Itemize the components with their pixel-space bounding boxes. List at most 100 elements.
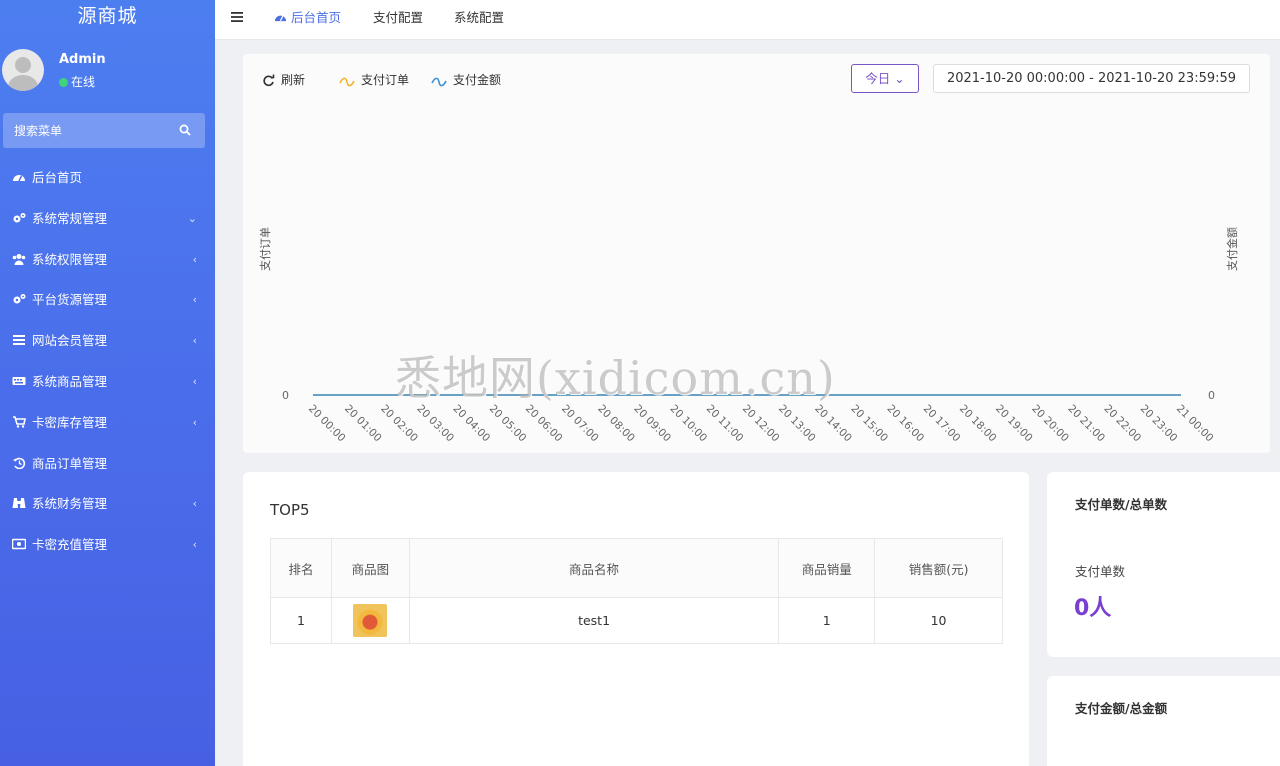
sidebar-item-card-stock[interactable]: 卡密库存管理 ‹ (0, 403, 215, 444)
x-tick-label: 20 07:00 (559, 403, 601, 445)
online-status-dot (59, 78, 68, 87)
x-tick-label: 20 14:00 (812, 403, 854, 445)
sidebar-item-label: 系统商品管理 (32, 373, 108, 389)
tab-label: 系统配置 (454, 10, 505, 25)
column-header: 排名 (270, 538, 332, 598)
x-tick-label: 20 16:00 (885, 403, 927, 445)
sidebar-menu: 后台首页 系统常规管理 ⌄ 系统权限管理 ‹ 平台货源管理 ‹ 网站会员管理 ‹… (0, 158, 215, 566)
x-tick-label: 20 10:00 (668, 403, 710, 445)
top-bar: 后台首页 支付配置 系统配置 (215, 0, 1280, 40)
x-tick-label: 20 21:00 (1065, 403, 1107, 445)
x-tick-label: 20 09:00 (631, 403, 673, 445)
y-tick-label: 0 (1208, 389, 1215, 402)
chevron-down-icon: ⌄ (187, 211, 197, 225)
history-icon (13, 457, 26, 469)
cogs-icon (13, 294, 26, 304)
sidebar-item-members[interactable]: 网站会员管理 ‹ (0, 321, 215, 362)
sidebar-item-label: 后台首页 (32, 170, 83, 185)
y-axis-left-label: 支付订单 (259, 227, 272, 271)
sidebar-item-dashboard[interactable]: 后台首页 (0, 158, 215, 199)
rank-cell: 1 (270, 597, 332, 644)
sidebar-item-general[interactable]: 系统常规管理 ⌄ (0, 199, 215, 240)
x-tick-label: 20 12:00 (740, 403, 782, 445)
sidebar-item-label: 系统常规管理 (32, 210, 108, 226)
amount-stat-card: 支付金额/总金额 (1047, 676, 1280, 766)
product-name-cell: test1 (408, 597, 780, 644)
stat-card-title: 支付单数/总单数 (1075, 497, 1168, 512)
stat-card-title: 支付金额/总金额 (1075, 701, 1168, 716)
stat-value: 0人 (1074, 596, 1112, 621)
sidebar-item-label: 系统财务管理 (32, 496, 108, 512)
x-tick-label: 20 22:00 (1102, 403, 1144, 445)
orders-stat-card: 支付单数/总单数 支付单数 0人 (1047, 472, 1280, 657)
column-header: 销售额(元) (874, 538, 1003, 598)
x-tick-label: 20 06:00 (523, 403, 565, 445)
chevron-left-icon: ‹ (192, 252, 197, 266)
x-tick-label: 20 08:00 (595, 403, 637, 445)
chevron-left-icon: ‹ (192, 334, 197, 348)
chevron-left-icon: ‹ (192, 415, 197, 429)
sidebar-item-label: 平台货源管理 (32, 292, 108, 308)
x-tick-label: 20 05:00 (487, 403, 529, 445)
line-chart: 支付订单 支付金额 0 0 20 00:0020 01:0020 02:0020 03:… (259, 227, 1239, 445)
tab-payment-config[interactable]: 支付配置 (373, 7, 423, 26)
y-tick-label: 0 (282, 389, 289, 402)
top5-title: TOP5 (270, 501, 310, 519)
avatar[interactable] (2, 49, 44, 91)
x-tick-label: 20 00:00 (306, 403, 348, 445)
product-image-cell (330, 597, 410, 644)
sidebar-item-recharge[interactable]: 卡密充值管理 ‹ (0, 525, 215, 566)
x-tick-label: 20 18:00 (957, 403, 999, 445)
sidebar-item-permissions[interactable]: 系统权限管理 ‹ (0, 240, 215, 281)
chevron-left-icon: ‹ (192, 374, 197, 388)
product-thumbnail[interactable] (353, 604, 388, 637)
top5-card: TOP5 排名 商品图 商品名称 商品销量 销售额(元) 1 test1 1 1… (243, 472, 1029, 766)
table-header-row: 排名 商品图 商品名称 商品销量 销售额(元) (270, 538, 1003, 598)
x-tick-label: 20 03:00 (414, 403, 456, 445)
table-row: 1 test1 1 10 (270, 597, 1003, 644)
search-icon[interactable] (179, 124, 191, 136)
search-input[interactable] (3, 113, 173, 148)
sidebar-item-supply[interactable]: 平台货源管理 ‹ (0, 280, 215, 321)
sales-amount-cell: 10 (874, 597, 1003, 644)
sales-count-cell: 1 (778, 597, 876, 644)
user-status-label: 在线 (71, 75, 96, 89)
cart-icon (13, 415, 26, 428)
x-tick-label: 20 11:00 (704, 403, 746, 445)
binoculars-icon (12, 498, 26, 509)
x-tick-label: 20 20:00 (1029, 403, 1071, 445)
keyboard-icon (12, 376, 26, 385)
sidebar-item-label: 卡密库存管理 (32, 414, 108, 430)
column-header: 商品销量 (778, 538, 876, 598)
tab-label: 后台首页 (291, 10, 342, 25)
sidebar-item-orders[interactable]: 商品订单管理 (0, 444, 215, 485)
dashboard-icon (274, 15, 287, 22)
x-tick-label: 20 17:00 (921, 403, 963, 445)
dashboard-icon (13, 175, 25, 182)
user-panel: Admin 在线 (0, 46, 215, 96)
list-icon (13, 335, 25, 346)
top5-table: 排名 商品图 商品名称 商品销量 销售额(元) 1 test1 1 10 (270, 538, 1003, 644)
tab-label: 支付配置 (373, 10, 424, 25)
x-tick-label: 20 19:00 (993, 403, 1035, 445)
column-header: 商品名称 (408, 538, 780, 598)
x-tick-label: 20 02:00 (378, 403, 420, 445)
x-tick-label: 20 01:00 (342, 403, 384, 445)
menu-toggle-icon[interactable] (231, 11, 243, 23)
chevron-left-icon: ‹ (192, 538, 197, 552)
stat-label: 支付单数 (1075, 564, 1126, 579)
chevron-left-icon: ‹ (192, 293, 197, 307)
tab-dashboard[interactable]: 后台首页 (274, 7, 341, 26)
user-status: 在线 (59, 73, 95, 90)
sidebar-item-finance[interactable]: 系统财务管理 ‹ (0, 484, 215, 525)
chart-card: 刷新 支付订单 支付金额 今日 ⌄ 2021-10-20 00:00:00 - … (243, 54, 1270, 453)
sidebar: 源商城 Admin 在线 后台首页 系统常规管理 ⌄ 系统权限管理 ‹ 平台 (0, 0, 215, 766)
sidebar-item-label: 商品订单管理 (32, 455, 108, 471)
tab-system-config[interactable]: 系统配置 (454, 7, 504, 26)
x-tick-label: 20 23:00 (1138, 403, 1180, 445)
brand-title[interactable]: 源商城 (0, 0, 215, 32)
y-axis-right-label: 支付金额 (1225, 227, 1239, 271)
chevron-left-icon: ‹ (192, 497, 197, 511)
sidebar-item-products[interactable]: 系统商品管理 ‹ (0, 362, 215, 403)
column-header: 商品图 (330, 538, 410, 598)
